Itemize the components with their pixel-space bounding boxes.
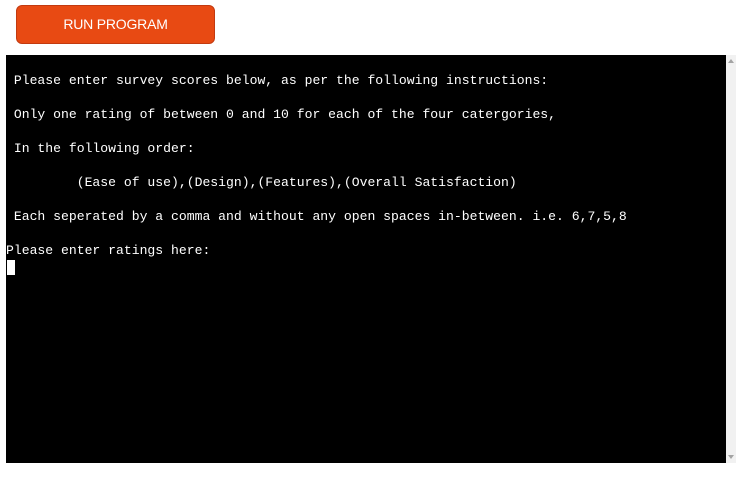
scroll-down-arrow-icon[interactable] (728, 455, 734, 459)
terminal-prompt: Please enter ratings here: (6, 243, 211, 258)
terminal-line-instructions: Please enter survey scores below, as per… (6, 73, 549, 88)
terminal-scrollbar[interactable] (726, 55, 736, 463)
terminal-line-categories: (Ease of use),(Design),(Features),(Overa… (6, 175, 517, 190)
terminal-line-rating-rule: Only one rating of between 0 and 10 for … (6, 107, 557, 122)
terminal-line-order: In the following order: (6, 141, 195, 156)
terminal-container: Please enter survey scores below, as per… (6, 55, 736, 463)
terminal-line-format: Each seperated by a comma and without an… (6, 209, 627, 224)
terminal-screen[interactable]: Please enter survey scores below, as per… (6, 55, 726, 463)
terminal-cursor[interactable] (7, 260, 15, 275)
scroll-up-arrow-icon[interactable] (728, 59, 734, 63)
run-program-button[interactable]: RUN PROGRAM (16, 5, 215, 44)
